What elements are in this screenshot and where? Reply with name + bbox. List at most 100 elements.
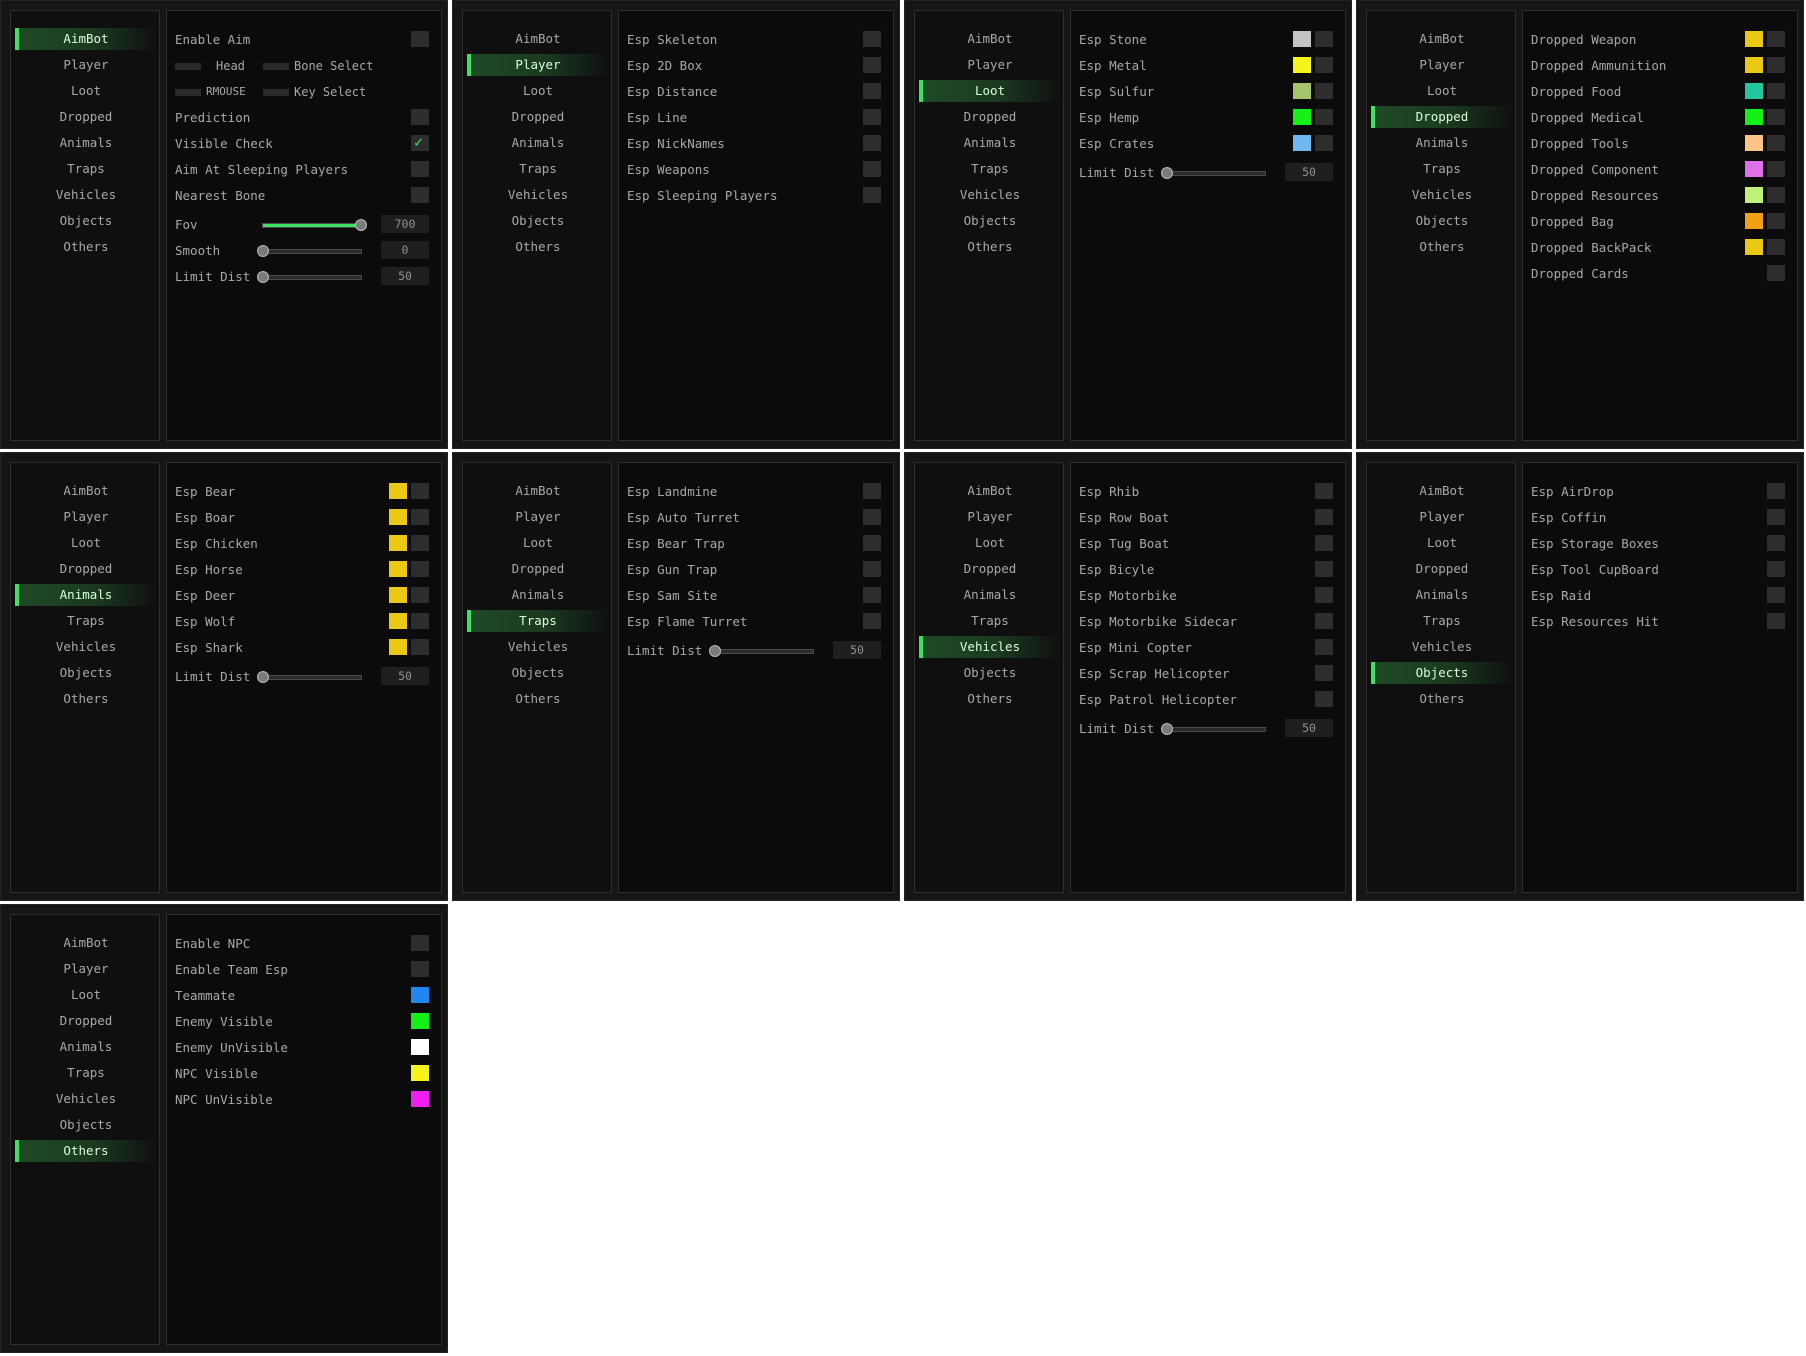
dropped-tools-checkbox[interactable] bbox=[1767, 135, 1785, 151]
nav-item-objects[interactable]: Objects bbox=[919, 662, 1061, 684]
limit-dist-slider[interactable] bbox=[1161, 167, 1266, 179]
nav-item-others[interactable]: Others bbox=[919, 688, 1061, 710]
nav-item-objects[interactable]: Objects bbox=[467, 210, 609, 232]
esp-distance-checkbox[interactable] bbox=[863, 83, 881, 99]
esp-landmine-checkbox[interactable] bbox=[863, 483, 881, 499]
visible-check-checkbox[interactable] bbox=[411, 133, 429, 151]
nav-item-aimbot[interactable]: AimBot bbox=[919, 28, 1061, 50]
nav-item-traps[interactable]: Traps bbox=[1371, 158, 1513, 180]
esp-boar-checkbox[interactable] bbox=[411, 509, 429, 525]
nav-item-vehicles[interactable]: Vehicles bbox=[15, 636, 157, 658]
dropped-medical-color-swatch[interactable] bbox=[1745, 109, 1763, 125]
esp-hemp-checkbox[interactable] bbox=[1315, 109, 1333, 125]
nav-item-traps[interactable]: Traps bbox=[467, 610, 609, 632]
nav-item-aimbot[interactable]: AimBot bbox=[919, 480, 1061, 502]
smooth-value[interactable]: 0 bbox=[381, 241, 429, 259]
esp-sleeping-players-checkbox[interactable] bbox=[863, 187, 881, 203]
nav-item-others[interactable]: Others bbox=[1371, 688, 1513, 710]
enemy-visible-color-swatch[interactable] bbox=[411, 1013, 429, 1029]
dropped-resources-checkbox[interactable] bbox=[1767, 187, 1785, 203]
nav-item-objects[interactable]: Objects bbox=[467, 662, 609, 684]
esp-tug-boat-checkbox[interactable] bbox=[1315, 535, 1333, 551]
nav-item-others[interactable]: Others bbox=[467, 688, 609, 710]
nav-item-animals[interactable]: Animals bbox=[15, 1036, 157, 1058]
nav-item-animals[interactable]: Animals bbox=[467, 584, 609, 606]
nav-item-loot[interactable]: Loot bbox=[467, 532, 609, 554]
nav-item-objects[interactable]: Objects bbox=[15, 210, 157, 232]
nav-item-loot[interactable]: Loot bbox=[1371, 80, 1513, 102]
dropped-cards-checkbox[interactable] bbox=[1767, 265, 1785, 281]
limit-dist-value[interactable]: 50 bbox=[1285, 163, 1333, 181]
esp-deer-color-swatch[interactable] bbox=[389, 587, 407, 603]
esp-bear-trap-checkbox[interactable] bbox=[863, 535, 881, 551]
dropped-resources-color-swatch[interactable] bbox=[1745, 187, 1763, 203]
bone-key-box[interactable] bbox=[175, 63, 201, 70]
limit-dist-value[interactable]: 50 bbox=[381, 667, 429, 685]
nav-item-animals[interactable]: Animals bbox=[1371, 584, 1513, 606]
nav-item-loot[interactable]: Loot bbox=[15, 80, 157, 102]
nav-item-traps[interactable]: Traps bbox=[919, 158, 1061, 180]
nav-item-vehicles[interactable]: Vehicles bbox=[919, 184, 1061, 206]
npc-unvisible-color-swatch[interactable] bbox=[411, 1091, 429, 1107]
nav-item-aimbot[interactable]: AimBot bbox=[15, 480, 157, 502]
esp-raid-checkbox[interactable] bbox=[1767, 587, 1785, 603]
nav-item-objects[interactable]: Objects bbox=[1371, 210, 1513, 232]
nav-item-animals[interactable]: Animals bbox=[15, 132, 157, 154]
esp-storage-boxes-checkbox[interactable] bbox=[1767, 535, 1785, 551]
esp-flame-turret-checkbox[interactable] bbox=[863, 613, 881, 629]
dropped-medical-checkbox[interactable] bbox=[1767, 109, 1785, 125]
slider-knob[interactable] bbox=[257, 671, 269, 683]
esp-boar-color-swatch[interactable] bbox=[389, 509, 407, 525]
nav-item-dropped[interactable]: Dropped bbox=[919, 558, 1061, 580]
aim-sleeping-checkbox[interactable] bbox=[411, 161, 429, 177]
nav-item-vehicles[interactable]: Vehicles bbox=[467, 184, 609, 206]
slider-knob[interactable] bbox=[257, 271, 269, 283]
esp-shark-color-swatch[interactable] bbox=[389, 639, 407, 655]
dropped-backpack-color-swatch[interactable] bbox=[1745, 239, 1763, 255]
nav-item-player[interactable]: Player bbox=[919, 506, 1061, 528]
slider-knob[interactable] bbox=[709, 645, 721, 657]
nav-item-aimbot[interactable]: AimBot bbox=[15, 932, 157, 954]
slider-knob[interactable] bbox=[355, 219, 367, 231]
nav-item-objects[interactable]: Objects bbox=[15, 662, 157, 684]
nav-item-dropped[interactable]: Dropped bbox=[919, 106, 1061, 128]
dropped-ammunition-color-swatch[interactable] bbox=[1745, 57, 1763, 73]
nearest-bone-checkbox[interactable] bbox=[411, 187, 429, 203]
dropped-bag-checkbox[interactable] bbox=[1767, 213, 1785, 229]
esp-bicyle-checkbox[interactable] bbox=[1315, 561, 1333, 577]
nav-item-others[interactable]: Others bbox=[1371, 236, 1513, 258]
nav-item-animals[interactable]: Animals bbox=[919, 132, 1061, 154]
esp-motorbike-sidecar-checkbox[interactable] bbox=[1315, 613, 1333, 629]
nav-item-dropped[interactable]: Dropped bbox=[467, 106, 609, 128]
slider-knob[interactable] bbox=[1161, 723, 1173, 735]
esp-shark-checkbox[interactable] bbox=[411, 639, 429, 655]
esp-mini-copter-checkbox[interactable] bbox=[1315, 639, 1333, 655]
enable-aim-checkbox[interactable] bbox=[411, 31, 429, 47]
nav-item-others[interactable]: Others bbox=[467, 236, 609, 258]
esp-crates-checkbox[interactable] bbox=[1315, 135, 1333, 151]
nav-item-others[interactable]: Others bbox=[15, 1140, 157, 1162]
esp-wolf-checkbox[interactable] bbox=[411, 613, 429, 629]
nav-item-dropped[interactable]: Dropped bbox=[15, 558, 157, 580]
nav-item-dropped[interactable]: Dropped bbox=[15, 1010, 157, 1032]
nav-item-aimbot[interactable]: AimBot bbox=[15, 28, 157, 50]
esp-stone-checkbox[interactable] bbox=[1315, 31, 1333, 47]
nav-item-loot[interactable]: Loot bbox=[919, 80, 1061, 102]
esp-bear-checkbox[interactable] bbox=[411, 483, 429, 499]
esp-coffin-checkbox[interactable] bbox=[1767, 509, 1785, 525]
esp-rhib-checkbox[interactable] bbox=[1315, 483, 1333, 499]
nav-item-traps[interactable]: Traps bbox=[15, 1062, 157, 1084]
nav-item-aimbot[interactable]: AimBot bbox=[467, 28, 609, 50]
esp-patrol-helicopter-checkbox[interactable] bbox=[1315, 691, 1333, 707]
dropped-component-color-swatch[interactable] bbox=[1745, 161, 1763, 177]
esp-motorbike-checkbox[interactable] bbox=[1315, 587, 1333, 603]
limit-dist-slider[interactable] bbox=[1161, 723, 1266, 735]
esp-row-boat-checkbox[interactable] bbox=[1315, 509, 1333, 525]
nav-item-loot[interactable]: Loot bbox=[1371, 532, 1513, 554]
esp-chicken-color-swatch[interactable] bbox=[389, 535, 407, 551]
fov-slider[interactable] bbox=[262, 219, 367, 231]
nav-item-traps[interactable]: Traps bbox=[467, 158, 609, 180]
esp-weapons-checkbox[interactable] bbox=[863, 161, 881, 177]
esp-crates-color-swatch[interactable] bbox=[1293, 135, 1311, 151]
nav-item-player[interactable]: Player bbox=[15, 506, 157, 528]
